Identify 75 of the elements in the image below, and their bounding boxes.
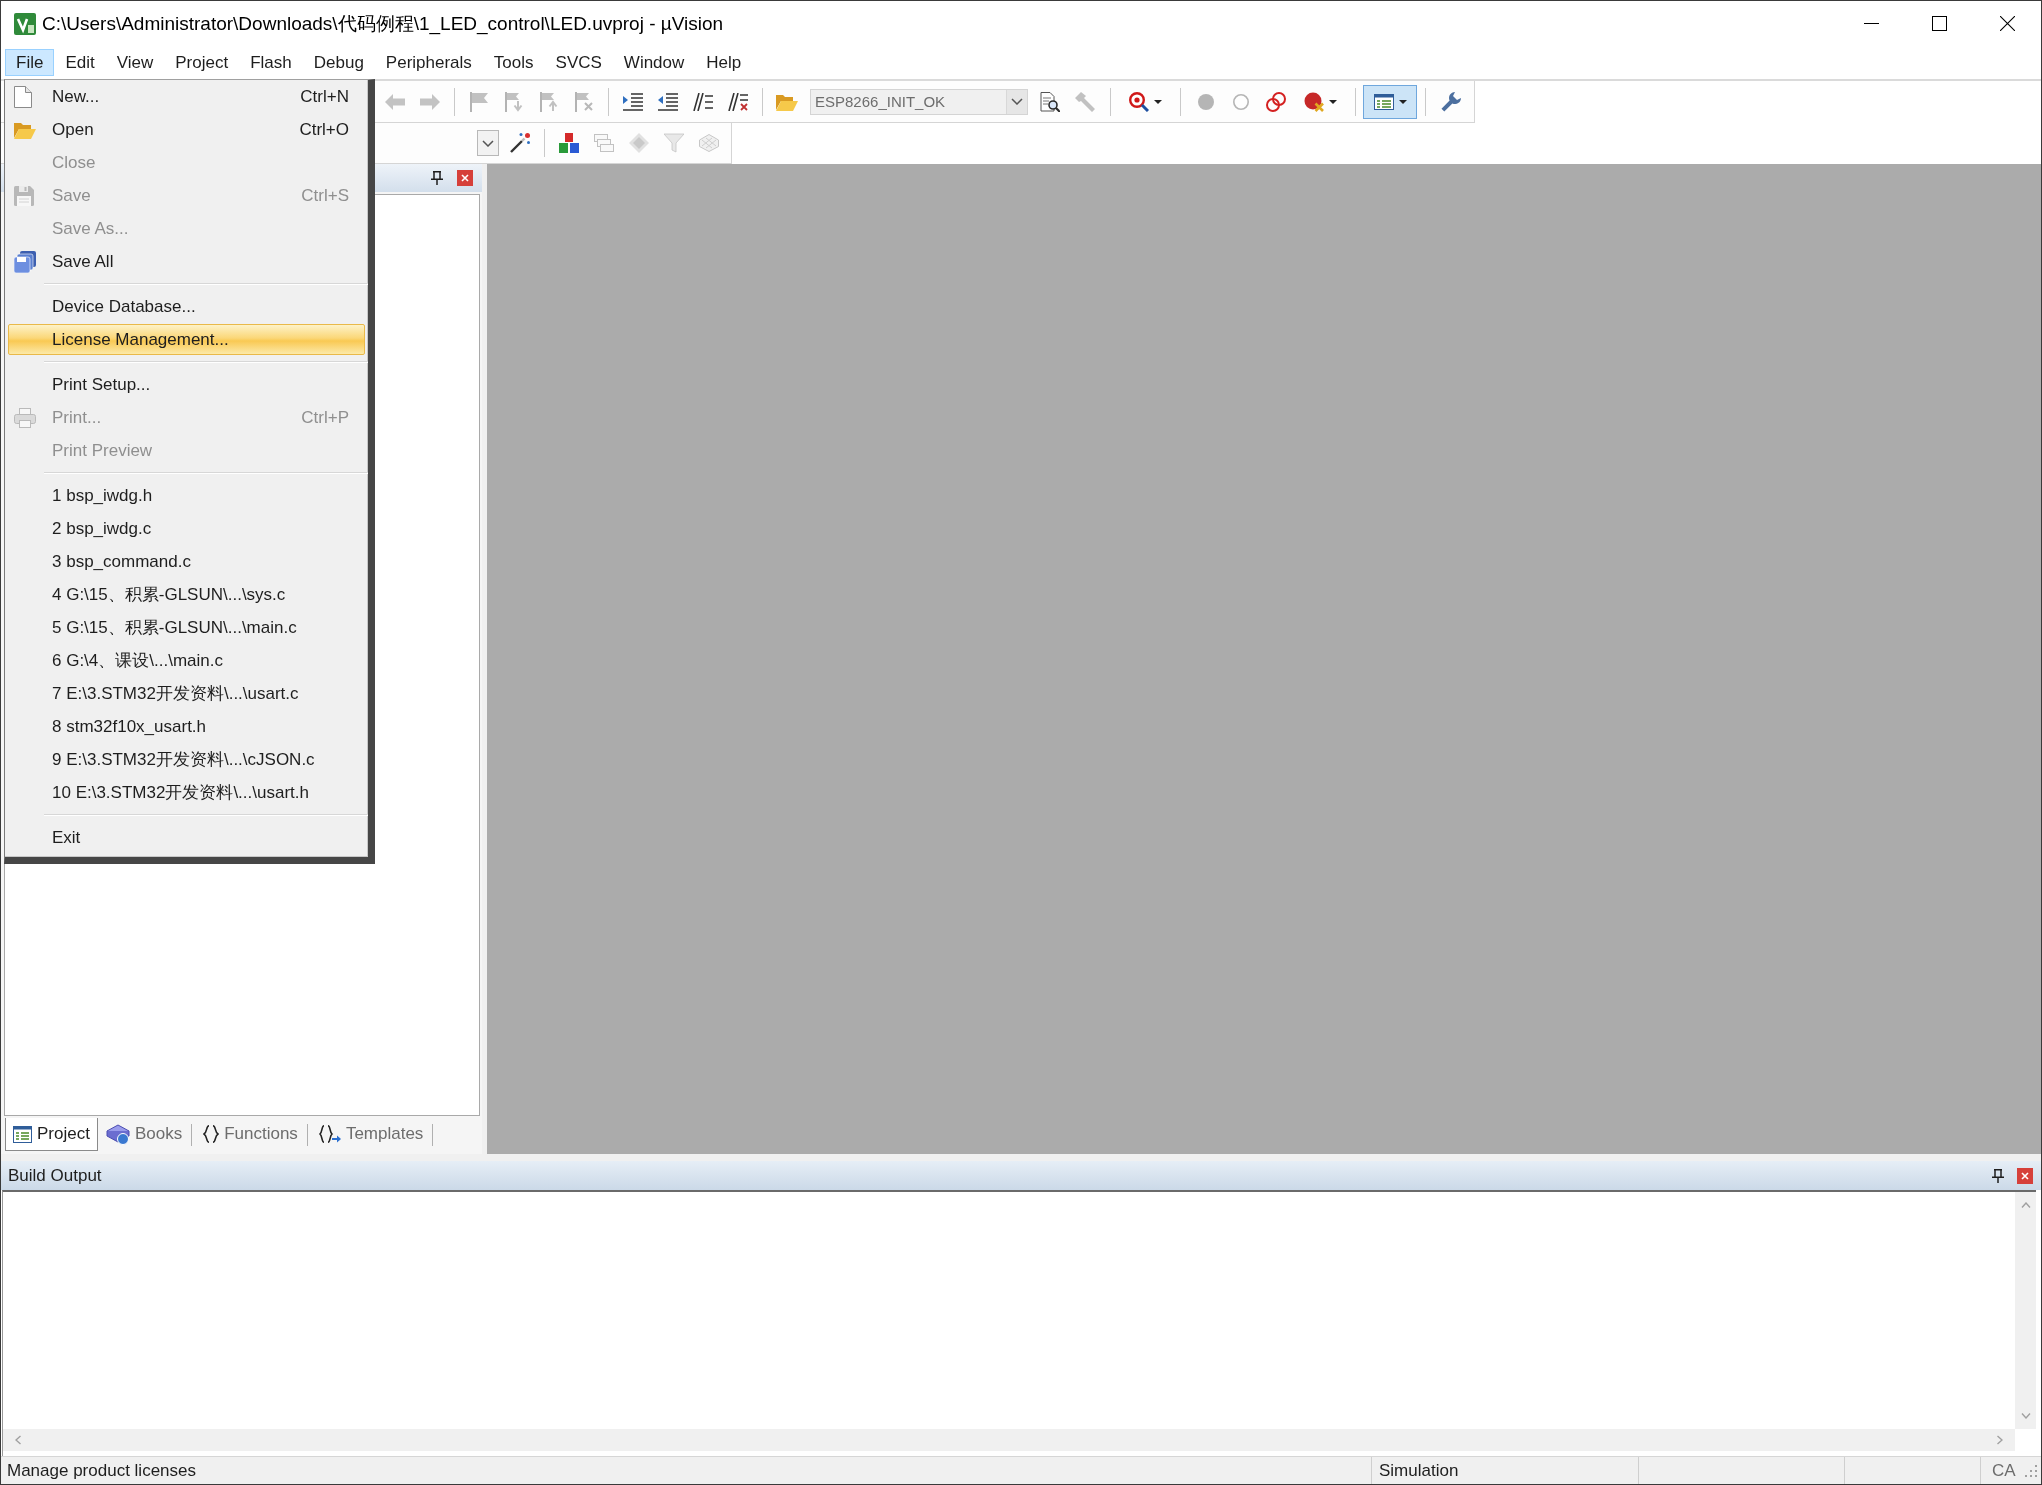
indent-icon[interactable]: [622, 92, 643, 111]
tab[interactable]: Books: [97, 1118, 191, 1151]
status-caps: CA: [1992, 1460, 2016, 1481]
pin-icon[interactable]: [431, 171, 443, 185]
magnifier-icon[interactable]: [1128, 91, 1149, 112]
outdent-icon[interactable]: [657, 92, 678, 111]
menu-item[interactable]: View: [105, 49, 165, 76]
folder-icon[interactable]: [775, 92, 798, 111]
book-icon: [105, 1123, 130, 1145]
maximize-icon[interactable]: [1931, 16, 1947, 31]
window-title: C:\Users\Administrator\Downloads\代码例程\1_LED_control\LED.uvproj - µVision: [42, 11, 724, 37]
tab[interactable]: Templates: [310, 1118, 432, 1151]
braces-arrow-icon: [318, 1125, 341, 1143]
menu-item[interactable]: Edit: [54, 49, 106, 76]
menu-item[interactable]: Tools: [482, 49, 545, 76]
shortcut-label: Ctrl+S: [301, 185, 349, 206]
panel-title: Build Output: [8, 1165, 102, 1186]
blocks-icon[interactable]: [558, 133, 579, 153]
caret-icon[interactable]: [1398, 99, 1407, 104]
menu-item[interactable]: 7 E:\3.STM32开发资料\...\usart.c: [8, 678, 365, 709]
chevron-down-icon: [482, 139, 494, 147]
menu-item[interactable]: Save All: [8, 246, 365, 277]
menu-item[interactable]: Debug: [302, 49, 375, 76]
menu-item[interactable]: 8 stm32f10x_usart.h: [8, 711, 365, 742]
shortcut-label: Ctrl+O: [299, 119, 349, 140]
menu-item[interactable]: 10 E:\3.STM32开发资料\...\usart.h: [8, 777, 365, 808]
menu-item[interactable]: 6 G:\4、课设\...\main.c: [8, 645, 365, 676]
window-list-icon[interactable]: [1373, 93, 1394, 110]
magic-wand-icon[interactable]: [509, 133, 530, 153]
menu-item[interactable]: File: [5, 49, 55, 76]
slashed-lines-cross-icon[interactable]: [727, 92, 748, 111]
resize-grip-icon[interactable]: [2025, 1464, 2037, 1477]
printer-icon: [14, 407, 36, 428]
caret-icon[interactable]: [1153, 99, 1162, 104]
menu-item[interactable]: Exit: [8, 822, 365, 853]
menu-item[interactable]: Flash: [239, 49, 303, 76]
menu-item[interactable]: Open Ctrl+O: [8, 114, 365, 145]
document-icon: [14, 85, 32, 108]
status-mode: Simulation: [1379, 1460, 1459, 1481]
close-icon[interactable]: [1999, 16, 2015, 31]
wrench-icon[interactable]: [1440, 91, 1461, 112]
shortcut-label: Ctrl+P: [301, 407, 349, 428]
list-window-icon: [13, 1125, 32, 1143]
document-magnifier-icon[interactable]: [1039, 91, 1060, 112]
menu-item[interactable]: 2 bsp_iwdg.c: [8, 513, 365, 544]
pin-icon[interactable]: [1992, 1168, 2004, 1183]
menu-item[interactable]: 4 G:\15、积累-GLSUN\...\sys.c: [8, 579, 365, 610]
folder-icon: [14, 120, 36, 139]
menu-item[interactable]: Help: [695, 49, 753, 76]
tab[interactable]: Project: [5, 1118, 98, 1151]
menu-item[interactable]: Print Setup...: [8, 369, 365, 400]
braces-icon: [203, 1125, 220, 1143]
tab[interactable]: Functions: [195, 1118, 306, 1151]
minimize-icon[interactable]: [1863, 23, 1879, 24]
menu-item[interactable]: SVCS: [544, 49, 613, 76]
menu-item[interactable]: 3 bsp_command.c: [8, 546, 365, 577]
menu-item[interactable]: Peripherals: [374, 49, 483, 76]
caret-icon[interactable]: [1328, 99, 1337, 104]
slashed-lines-icon[interactable]: [692, 92, 713, 111]
menu-item[interactable]: 1 bsp_iwdg.h: [8, 480, 365, 511]
cross-dot-icon[interactable]: [1303, 91, 1324, 112]
menu-item[interactable]: 5 G:\15、积累-GLSUN\...\main.c: [8, 612, 365, 643]
menu-item[interactable]: New... Ctrl+N: [8, 81, 365, 112]
shortcut-label: Ctrl+N: [300, 86, 349, 107]
app-icon: [14, 12, 36, 35]
menu-item[interactable]: License Management...: [8, 324, 365, 355]
menu-item[interactable]: Project: [164, 49, 240, 76]
menu-item[interactable]: 9 E:\3.STM32开发资料\...\cJSON.c: [8, 744, 365, 775]
dropdown-button[interactable]: [477, 130, 499, 156]
menu-item[interactable]: Device Database...: [8, 291, 365, 322]
floppy-disks-icon: [14, 250, 36, 273]
linked-rings-icon[interactable]: [1265, 91, 1286, 112]
menu-item[interactable]: Window: [612, 49, 696, 76]
status-message: Manage product licenses: [7, 1460, 196, 1481]
toggle-button[interactable]: [1363, 84, 1417, 119]
